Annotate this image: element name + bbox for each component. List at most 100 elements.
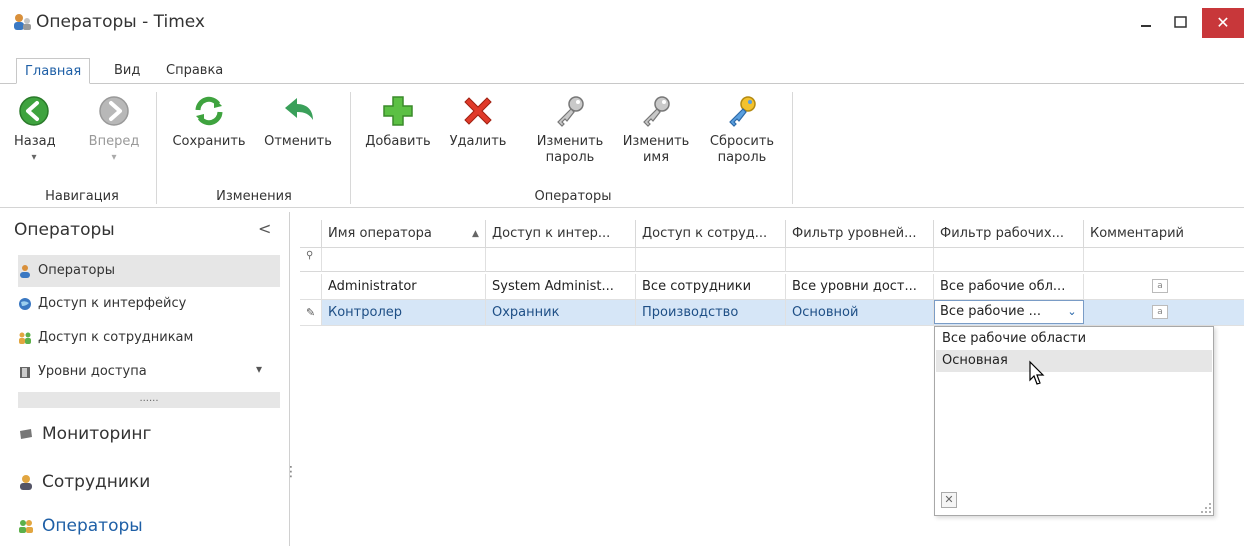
resize-grip-icon[interactable]: [1200, 502, 1212, 514]
cell-employee-access[interactable]: Все сотрудники: [636, 274, 786, 300]
collapse-sidebar-button[interactable]: <: [258, 219, 271, 238]
row-indicator-header: [300, 220, 322, 248]
cell-comment[interactable]: a: [1084, 300, 1244, 326]
employees-icon: [20, 475, 32, 490]
expand-icon[interactable]: ▾: [256, 362, 262, 376]
cell-name[interactable]: Administrator: [322, 274, 486, 300]
sidebar-item-interface-access[interactable]: Доступ к интерфейсу: [18, 288, 280, 320]
nav-monitoring[interactable]: Мониторинг: [18, 412, 280, 456]
tab-home[interactable]: Главная: [16, 58, 91, 84]
ribbon-separator: [350, 92, 351, 204]
nav-label: Мониторинг: [42, 424, 152, 444]
user-icon: [20, 264, 30, 278]
undo-label: Отменить: [264, 134, 332, 149]
sidebar-item-employee-access[interactable]: Доступ к сотрудникам: [18, 322, 280, 354]
window-title: Операторы - Timex: [36, 12, 205, 32]
column-header-workarea-filter[interactable]: Фильтр рабочих...: [934, 220, 1084, 248]
add-label: Добавить: [365, 134, 431, 149]
sidebar-item-access-levels[interactable]: Уровни доступа: [18, 356, 280, 388]
delete-label: Удалить: [449, 134, 507, 149]
add-button[interactable]: Добавить: [358, 94, 438, 150]
column-header-name[interactable]: Имя оператора ▲: [322, 220, 486, 248]
operators-icon: [19, 520, 33, 533]
change-password-label-2: пароль: [545, 150, 595, 165]
globe-icon: [19, 297, 31, 310]
column-header-label: Имя оператора: [328, 226, 432, 241]
plus-icon: [383, 96, 413, 126]
filter-cell[interactable]: [636, 248, 786, 272]
undo-button[interactable]: Отменить: [258, 94, 338, 150]
cell-employee-access[interactable]: Производство: [636, 300, 786, 326]
door-icon: [20, 366, 30, 378]
column-header-level-filter[interactable]: Фильтр уровней...: [786, 220, 934, 248]
save-label: Сохранить: [172, 134, 246, 149]
filter-cell: [300, 248, 322, 272]
dropdown-option[interactable]: Все рабочие области: [936, 328, 1212, 350]
change-name-label-2: имя: [642, 150, 670, 165]
tab-help[interactable]: Справка: [158, 58, 231, 84]
cell-comment[interactable]: a: [1084, 274, 1244, 300]
reset-password-button[interactable]: Сбросить пароль: [702, 94, 782, 166]
maximize-button[interactable]: [1174, 15, 1188, 29]
app-icon: [12, 12, 32, 32]
change-password-label-1: Изменить: [536, 134, 604, 149]
sidebar-item-operators[interactable]: Операторы: [18, 255, 280, 287]
nav-label: Операторы: [42, 516, 143, 536]
save-button[interactable]: Сохранить: [164, 94, 254, 150]
edit-row-icon: ✎: [300, 300, 322, 326]
nav-employees[interactable]: Сотрудники: [18, 460, 280, 504]
change-password-button[interactable]: Изменить пароль: [530, 94, 610, 166]
table-row[interactable]: Administrator System Administ... Все сот…: [300, 274, 1244, 300]
change-name-button[interactable]: Изменить имя: [616, 94, 696, 166]
cell-interface-access[interactable]: System Administ...: [486, 274, 636, 300]
nav-operators[interactable]: Операторы: [18, 504, 280, 548]
cell-workarea-filter[interactable]: Все рабочие обл...: [934, 274, 1084, 300]
reset-password-label-2: пароль: [717, 150, 767, 165]
cell-level-filter[interactable]: Все уровни дост...: [786, 274, 934, 300]
sidebar-item-label: Уровни доступа: [38, 364, 147, 379]
back-arrow-icon: [19, 96, 49, 126]
chevron-down-icon[interactable]: ⌄: [1062, 302, 1082, 322]
back-label: Назад: [14, 134, 56, 149]
minimize-button[interactable]: [1140, 16, 1152, 28]
forward-arrow-icon: [99, 96, 129, 126]
sidebar-item-label: Доступ к сотрудникам: [38, 330, 194, 345]
delete-button[interactable]: Удалить: [440, 94, 516, 150]
filter-cell[interactable]: [786, 248, 934, 272]
cell-level-filter[interactable]: Основной: [786, 300, 934, 326]
monitor-icon: [20, 429, 32, 439]
forward-dropdown-icon: ▾: [111, 152, 117, 163]
cell-name[interactable]: Контролер: [322, 300, 486, 326]
vertical-grip-icon[interactable]: ⋮: [284, 464, 298, 480]
change-name-label-1: Изменить: [622, 134, 690, 149]
cell-interface-access[interactable]: Охранник: [486, 300, 636, 326]
delete-x-icon: [464, 97, 492, 125]
ribbon-separator: [792, 92, 793, 204]
column-header-interface-access[interactable]: Доступ к интер...: [486, 220, 636, 248]
filter-cell[interactable]: [934, 248, 1084, 272]
close-button[interactable]: ✕: [1202, 8, 1244, 38]
column-header-comment[interactable]: Комментарий: [1084, 220, 1244, 248]
sidebar-splitter[interactable]: ......: [18, 392, 280, 408]
forward-button[interactable]: Вперед ▾: [84, 94, 144, 166]
filter-cell[interactable]: [486, 248, 636, 272]
column-header-employee-access[interactable]: Доступ к сотруд...: [636, 220, 786, 248]
back-button[interactable]: Назад ▾: [14, 94, 56, 166]
ribbon-separator: [156, 92, 157, 204]
table-row-selected[interactable]: ✎ Контролер Охранник Производство Основн…: [300, 300, 1244, 326]
group-navigation-label: Навигация: [45, 189, 119, 204]
group-changes-label: Изменения: [216, 189, 292, 204]
nav-label: Сотрудники: [42, 472, 151, 492]
group-operators-label: Операторы: [534, 189, 612, 204]
reset-password-label-1: Сбросить: [709, 134, 775, 149]
filter-cell[interactable]: [322, 248, 486, 272]
key-icon: [729, 96, 756, 127]
comment-icon: a: [1152, 279, 1168, 293]
sidebar-title: Операторы: [14, 220, 115, 240]
employees-icon: [19, 332, 31, 344]
tab-view[interactable]: Вид: [106, 58, 148, 84]
dropdown-close-button[interactable]: ✕: [941, 492, 957, 508]
dropdown-option-hovered[interactable]: Основная: [936, 350, 1212, 372]
sort-ascending-icon: ▲: [472, 229, 479, 239]
sidebar-item-label: Операторы: [38, 263, 115, 278]
